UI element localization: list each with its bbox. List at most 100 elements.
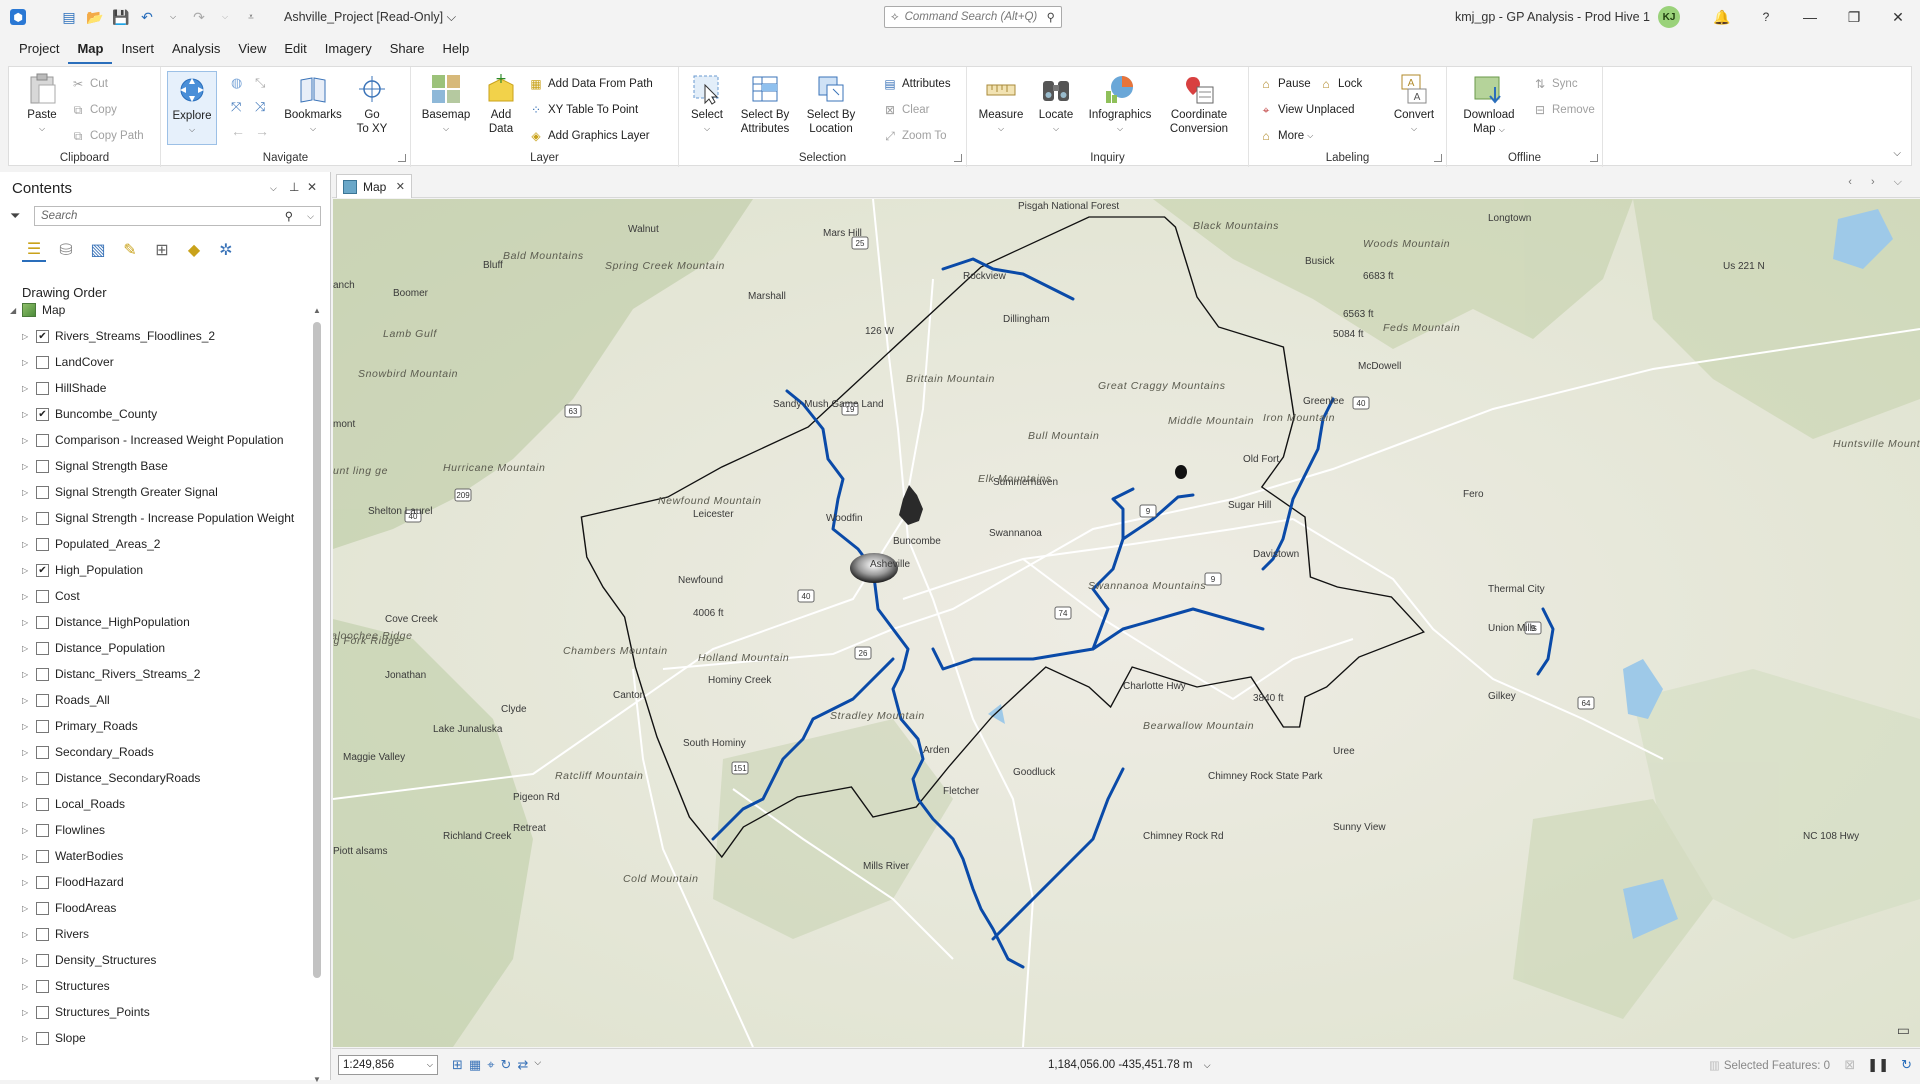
expand-icon[interactable]: ▷ — [22, 748, 34, 757]
sync-button[interactable]: ⇅ Sync — [1533, 75, 1578, 93]
layer-visibility-checkbox[interactable] — [36, 979, 49, 993]
expand-icon[interactable]: ▷ — [22, 566, 34, 575]
expand-icon[interactable]: ▷ — [22, 462, 34, 471]
list-by-drawing-order-icon[interactable]: ☰ — [22, 238, 46, 262]
expand-icon[interactable]: ▷ — [22, 514, 34, 523]
layer-item[interactable]: ▷ Local_Roads — [10, 791, 310, 817]
layer-visibility-checkbox[interactable] — [36, 615, 49, 629]
coordinate-units-chevron-icon[interactable]: ⌵ — [1204, 1060, 1211, 1070]
tab-analysis[interactable]: Analysis — [163, 41, 229, 64]
minimize-button[interactable]: — — [1788, 0, 1832, 34]
grid-icon[interactable]: ⊞ — [452, 1057, 463, 1073]
undo-dropdown-icon[interactable]: ⌵ — [162, 6, 184, 28]
layer-item[interactable]: ▷ Distance_Population — [10, 635, 310, 661]
expand-icon[interactable]: ▷ — [22, 540, 34, 549]
layer-item[interactable]: ▷ Distanc_Rivers_Streams_2 — [10, 661, 310, 687]
layer-item[interactable]: ▷ Rivers — [10, 921, 310, 947]
measure-button[interactable]: Measure ⌵ — [973, 73, 1029, 136]
refresh-icon[interactable]: ↻ — [1901, 1057, 1912, 1073]
layer-visibility-checkbox[interactable] — [36, 771, 49, 785]
infographics-button[interactable]: Infographics ⌵ — [1083, 73, 1157, 136]
expand-icon[interactable]: ▷ — [22, 488, 34, 497]
expand-icon[interactable]: ▷ — [22, 670, 34, 679]
add-data-from-path-button[interactable]: ▦ Add Data From Path — [529, 75, 653, 93]
remove-offline-button[interactable]: ⊟ Remove — [1533, 101, 1595, 119]
layer-item[interactable]: ▷ ✔ High_Population — [10, 557, 310, 583]
user-avatar[interactable]: KJ — [1658, 6, 1680, 28]
layer-visibility-checkbox[interactable]: ✔ — [36, 563, 49, 577]
collapse-icon[interactable]: ◢ — [10, 306, 22, 315]
more-labeling-button[interactable]: ⌂ More ⌵ — [1259, 127, 1313, 145]
go-to-xy-button[interactable]: Go To XY — [349, 73, 395, 136]
list-by-labeling-icon[interactable]: ◆ — [182, 238, 206, 262]
close-button[interactable]: ✕ — [1876, 0, 1920, 34]
layer-visibility-checkbox[interactable] — [36, 953, 49, 967]
layer-visibility-checkbox[interactable] — [36, 719, 49, 733]
layer-item[interactable]: ▷ Flowlines — [10, 817, 310, 843]
layer-visibility-checkbox[interactable] — [36, 875, 49, 889]
arcgis-pro-logo-icon[interactable]: ⬢ — [10, 9, 26, 25]
expand-icon[interactable]: ▷ — [22, 358, 34, 367]
basemap-button[interactable]: Basemap ⌵ — [419, 73, 473, 136]
save-project-icon[interactable]: 💾 — [110, 6, 132, 28]
navigate-launcher-icon[interactable] — [398, 154, 406, 162]
restore-button[interactable]: ❐ — [1832, 0, 1876, 34]
layer-visibility-checkbox[interactable] — [36, 797, 49, 811]
layer-visibility-checkbox[interactable] — [36, 745, 49, 759]
list-by-perspective-icon[interactable]: ✲ — [214, 238, 238, 262]
select-by-attributes-button[interactable]: Select By Attributes — [735, 73, 795, 136]
layer-item[interactable]: ▷ Structures_Points — [10, 999, 310, 1025]
add-graphics-layer-button[interactable]: ◈ Add Graphics Layer — [529, 127, 649, 145]
layer-item[interactable]: ▷ Signal Strength Greater Signal — [10, 479, 310, 505]
contents-scrollbar[interactable]: ▲ ▼ — [312, 306, 322, 1084]
tab-edit[interactable]: Edit — [275, 41, 315, 64]
layer-item[interactable]: ▷ Distance_SecondaryRoads — [10, 765, 310, 791]
xy-table-to-point-button[interactable]: ⁘ XY Table To Point — [529, 101, 638, 119]
layer-item[interactable]: ▷ LandCover — [10, 349, 310, 375]
expand-icon[interactable]: ▷ — [22, 384, 34, 393]
layer-visibility-checkbox[interactable] — [36, 1031, 49, 1045]
layer-visibility-checkbox[interactable] — [36, 485, 49, 499]
search-options-chevron-icon[interactable]: ⌵ — [307, 211, 314, 222]
layer-visibility-checkbox[interactable] — [36, 537, 49, 551]
layer-item[interactable]: ▷ ✔ Buncombe_County — [10, 401, 310, 427]
scale-selector[interactable]: 1:249,856 ⌵ — [338, 1054, 438, 1075]
layer-item[interactable]: ▷ Density_Structures — [10, 947, 310, 973]
close-pane-icon[interactable]: ✕ — [307, 180, 317, 194]
fixed-zoom-in-icon[interactable]: ⤡ — [255, 75, 265, 91]
tab-map[interactable]: Map — [68, 41, 113, 64]
layer-visibility-checkbox[interactable] — [36, 849, 49, 863]
layer-item[interactable]: ▷ FloodAreas — [10, 895, 310, 921]
labeling-launcher-icon[interactable] — [1434, 154, 1442, 162]
download-map-button[interactable]: Download Map ⌵ — [1459, 73, 1519, 137]
expand-icon[interactable]: ▷ — [22, 1034, 34, 1043]
tab-help[interactable]: Help — [433, 41, 478, 64]
layer-visibility-checkbox[interactable] — [36, 459, 49, 473]
expand-icon[interactable]: ▷ — [22, 644, 34, 653]
undo-icon[interactable]: ↶ — [136, 6, 158, 28]
contents-search-input[interactable]: Search ⚲ ⌵ — [34, 206, 321, 226]
expand-icon[interactable]: ▷ — [22, 332, 34, 341]
expand-icon[interactable]: ▷ — [22, 852, 34, 861]
expand-icon[interactable]: ▷ — [22, 1008, 34, 1017]
layer-item[interactable]: ▷ ✔ Rivers_Streams_Floodlines_2 — [10, 323, 310, 349]
layer-item[interactable]: ▷ Structures — [10, 973, 310, 999]
layer-visibility-checkbox[interactable] — [36, 433, 49, 447]
filter-icon[interactable]: ⏷ — [10, 208, 20, 224]
project-title[interactable]: Ashville_Project [Read-Only] ⌵ — [284, 10, 456, 25]
expand-icon[interactable]: ▷ — [22, 774, 34, 783]
layer-visibility-checkbox[interactable] — [36, 667, 49, 681]
command-search-input[interactable]: ⟡ Command Search (Alt+Q) ⚲ — [884, 6, 1062, 28]
scroll-up-icon[interactable]: ▲ — [313, 306, 321, 315]
zoom-to-selection-button[interactable]: ⤢ Zoom To — [883, 127, 946, 145]
redo-dropdown-icon[interactable]: ⌵ — [214, 6, 236, 28]
layer-item[interactable]: ▷ Slope — [10, 1025, 310, 1051]
expand-icon[interactable]: ▷ — [22, 592, 34, 601]
layer-visibility-checkbox[interactable] — [36, 1005, 49, 1019]
layer-visibility-checkbox[interactable] — [36, 381, 49, 395]
map-node[interactable]: ◢ Map — [10, 297, 65, 323]
expand-icon[interactable]: ▷ — [22, 410, 34, 419]
expand-icon[interactable]: ▷ — [22, 982, 34, 991]
select-button[interactable]: Select ⌵ — [687, 73, 727, 136]
list-by-data-source-icon[interactable]: ⛁ — [54, 238, 78, 262]
